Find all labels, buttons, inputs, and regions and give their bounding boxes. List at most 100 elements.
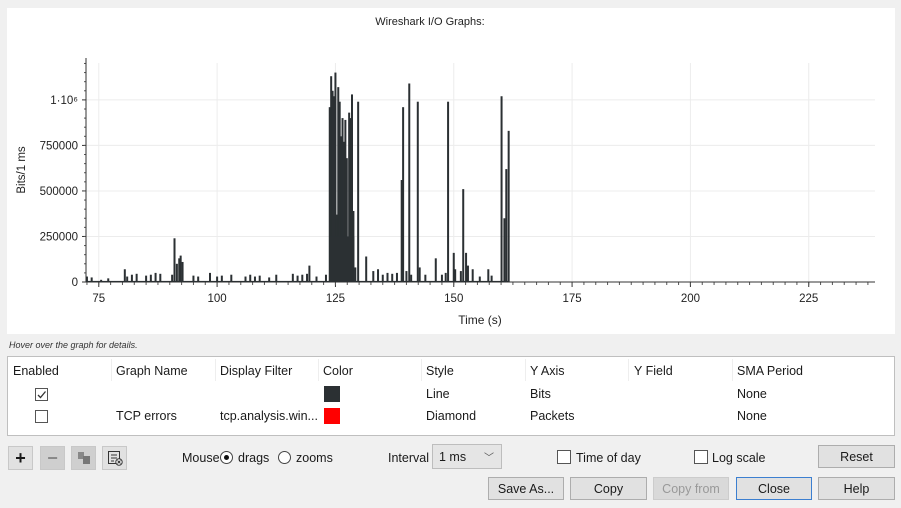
data-spike bbox=[268, 277, 271, 282]
y-tick-label: 1·10⁶ bbox=[50, 95, 78, 107]
row2-y-axis[interactable]: Packets bbox=[530, 409, 574, 423]
data-spike bbox=[487, 269, 490, 282]
data-spike bbox=[395, 272, 398, 282]
col-style[interactable]: Style bbox=[426, 364, 454, 378]
close-button[interactable]: Close bbox=[736, 477, 812, 500]
row1-color-swatch[interactable] bbox=[324, 386, 340, 402]
reset-button[interactable]: Reset bbox=[818, 445, 895, 468]
io-graph-chart[interactable]: Wireshark I/O Graphs: 75 100 125 150 175 200 22… bbox=[7, 8, 895, 334]
col-graph-name[interactable]: Graph Name bbox=[116, 364, 188, 378]
log-scale-label[interactable]: Log scale bbox=[712, 451, 766, 465]
data-spike bbox=[357, 101, 360, 283]
data-spike bbox=[149, 274, 152, 282]
data-spike bbox=[424, 274, 427, 282]
data-spike bbox=[171, 274, 174, 282]
data-spike bbox=[220, 275, 223, 282]
data-spike bbox=[418, 267, 421, 282]
plus-icon: + bbox=[15, 447, 26, 468]
interval-label: Interval bbox=[388, 451, 429, 465]
col-enabled[interactable]: Enabled bbox=[13, 364, 59, 378]
x-tick-label: 125 bbox=[326, 293, 345, 305]
data-spike bbox=[405, 271, 408, 282]
graphs-table[interactable]: Enabled Graph Name Display Filter Color … bbox=[7, 356, 895, 436]
data-spike bbox=[503, 218, 506, 282]
data-spike bbox=[462, 189, 465, 282]
row2-sma[interactable]: None bbox=[737, 409, 767, 423]
data-spike bbox=[410, 274, 413, 282]
row2-graph-name[interactable]: TCP errors bbox=[116, 409, 177, 423]
help-button[interactable]: Help bbox=[818, 477, 895, 500]
io-graph-plot[interactable]: Wireshark I/O Graphs: 75 100 125 150 175 200 22… bbox=[7, 8, 895, 334]
y-tick-label: 250000 bbox=[40, 231, 78, 243]
col-sma-period[interactable]: SMA Period bbox=[737, 364, 803, 378]
time-of-day-checkbox[interactable] bbox=[557, 450, 571, 464]
time-of-day-label[interactable]: Time of day bbox=[576, 451, 641, 465]
data-spike bbox=[465, 252, 468, 282]
save-as-button[interactable]: Save As... bbox=[488, 477, 564, 500]
row2-color-swatch[interactable] bbox=[324, 408, 340, 424]
data-spike bbox=[175, 263, 178, 282]
data-spike bbox=[258, 275, 261, 282]
data-spike bbox=[444, 272, 447, 282]
data-spike bbox=[291, 273, 294, 282]
drags-radio[interactable] bbox=[220, 451, 233, 464]
y-tick-label: 750000 bbox=[40, 140, 78, 152]
data-spike bbox=[459, 271, 462, 282]
x-tick-label: 225 bbox=[799, 293, 818, 305]
data-spike bbox=[324, 274, 327, 282]
data-spike bbox=[90, 277, 93, 282]
add-graph-button[interactable]: + bbox=[8, 446, 33, 470]
x-tick-label: 200 bbox=[681, 293, 700, 305]
drags-label[interactable]: drags bbox=[238, 451, 269, 465]
interval-select[interactable]: 1 ms ﹀ bbox=[432, 444, 502, 469]
zooms-label[interactable]: zooms bbox=[296, 451, 333, 465]
row1-style[interactable]: Line bbox=[426, 387, 450, 401]
data-spike bbox=[471, 269, 474, 282]
row1-y-axis[interactable]: Bits bbox=[530, 387, 551, 401]
data-spike bbox=[391, 273, 394, 282]
duplicate-graph-button[interactable] bbox=[71, 446, 96, 470]
data-spike bbox=[181, 261, 184, 282]
col-y-axis[interactable]: Y Axis bbox=[530, 364, 565, 378]
data-spike bbox=[253, 276, 256, 282]
data-spike bbox=[107, 278, 110, 282]
data-spike bbox=[440, 274, 443, 282]
data-spike bbox=[416, 101, 419, 283]
log-scale-checkbox[interactable] bbox=[694, 450, 708, 464]
data-spike bbox=[507, 130, 510, 282]
data-spike bbox=[306, 273, 309, 282]
clear-list-icon bbox=[107, 451, 123, 466]
data-spike bbox=[275, 274, 278, 282]
data-spike bbox=[478, 276, 481, 282]
data-spike bbox=[408, 83, 411, 282]
data-spike bbox=[505, 169, 508, 282]
data-spike bbox=[85, 276, 88, 282]
row1-enabled-checkbox[interactable] bbox=[35, 388, 48, 401]
x-axis-label: Time (s) bbox=[458, 313, 502, 327]
y-tick-label: 0 bbox=[72, 277, 78, 289]
clear-graphs-button[interactable] bbox=[102, 446, 127, 470]
data-spike bbox=[244, 276, 247, 282]
copy-button[interactable]: Copy bbox=[570, 477, 647, 500]
row2-display-filter[interactable]: tcp.analysis.win... bbox=[220, 409, 318, 423]
copy-icon bbox=[77, 452, 90, 464]
data-spike bbox=[135, 273, 138, 282]
data-spike bbox=[197, 276, 200, 282]
remove-graph-button[interactable]: − bbox=[40, 446, 65, 470]
data-spike bbox=[308, 265, 311, 282]
data-spike bbox=[126, 276, 129, 282]
interval-value: 1 ms bbox=[439, 450, 467, 464]
zooms-radio[interactable] bbox=[278, 451, 291, 464]
col-display-filter[interactable]: Display Filter bbox=[220, 364, 292, 378]
data-spike bbox=[159, 273, 162, 282]
dense-traffic-block bbox=[329, 236, 355, 282]
col-y-field[interactable]: Y Field bbox=[634, 364, 673, 378]
row1-sma[interactable]: None bbox=[737, 387, 767, 401]
row2-style[interactable]: Diamond bbox=[426, 409, 476, 423]
x-tick-label: 75 bbox=[92, 293, 105, 305]
copy-from-button[interactable]: Copy from bbox=[653, 477, 729, 500]
data-spike bbox=[154, 272, 157, 282]
row2-enabled-checkbox[interactable] bbox=[35, 410, 48, 423]
chart-title: Wireshark I/O Graphs: bbox=[375, 16, 484, 28]
col-color[interactable]: Color bbox=[323, 364, 353, 378]
